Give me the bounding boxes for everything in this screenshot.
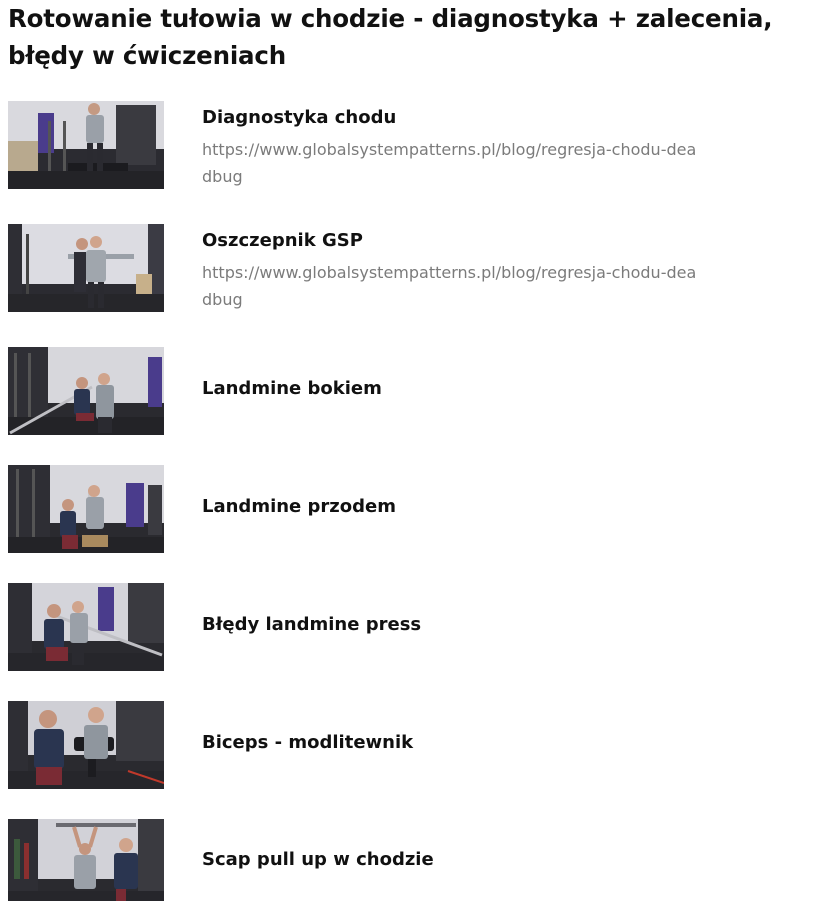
video-text: Błędy landmine press [202, 613, 722, 637]
video-item-biceps-modlitewnik[interactable]: Biceps - modlitewnik [8, 701, 808, 791]
video-item-bledy-landmine-press[interactable]: Błędy landmine press [8, 583, 808, 673]
video-title[interactable]: Diagnostyka chodu [202, 106, 722, 130]
video-thumbnail[interactable] [8, 465, 164, 553]
video-text: Oszczepnik GSP https://www.globalsystemp… [202, 229, 722, 313]
video-title[interactable]: Biceps - modlitewnik [202, 731, 722, 755]
video-text: Scap pull up w chodzie [202, 848, 722, 872]
video-title[interactable]: Landmine przodem [202, 495, 722, 519]
video-text: Landmine bokiem [202, 377, 722, 401]
video-list: Diagnostyka chodu https://www.globalsyst… [0, 0, 832, 901]
video-item-scap-pull-up[interactable]: Scap pull up w chodzie [8, 819, 808, 909]
video-thumbnail[interactable] [8, 819, 164, 901]
video-text: Diagnostyka chodu https://www.globalsyst… [202, 106, 722, 190]
video-url-link[interactable]: https://www.globalsystempatterns.pl/blog… [202, 136, 702, 190]
video-item-landmine-przodem[interactable]: Landmine przodem [8, 465, 808, 555]
video-thumbnail[interactable] [8, 224, 164, 312]
video-title[interactable]: Landmine bokiem [202, 377, 722, 401]
video-title[interactable]: Scap pull up w chodzie [202, 848, 722, 872]
video-item-landmine-bokiem[interactable]: Landmine bokiem [8, 347, 808, 437]
video-text: Landmine przodem [202, 495, 722, 519]
video-thumbnail[interactable] [8, 583, 164, 671]
video-item-oszczepnik-gsp[interactable]: Oszczepnik GSP https://www.globalsystemp… [8, 224, 808, 314]
video-text: Biceps - modlitewnik [202, 731, 722, 755]
video-title[interactable]: Oszczepnik GSP [202, 229, 722, 253]
video-title[interactable]: Błędy landmine press [202, 613, 722, 637]
video-thumbnail[interactable] [8, 701, 164, 789]
video-item-diagnostyka-chodu[interactable]: Diagnostyka chodu https://www.globalsyst… [8, 101, 808, 191]
video-thumbnail[interactable] [8, 347, 164, 435]
video-thumbnail[interactable] [8, 101, 164, 189]
video-url-link[interactable]: https://www.globalsystempatterns.pl/blog… [202, 259, 702, 313]
